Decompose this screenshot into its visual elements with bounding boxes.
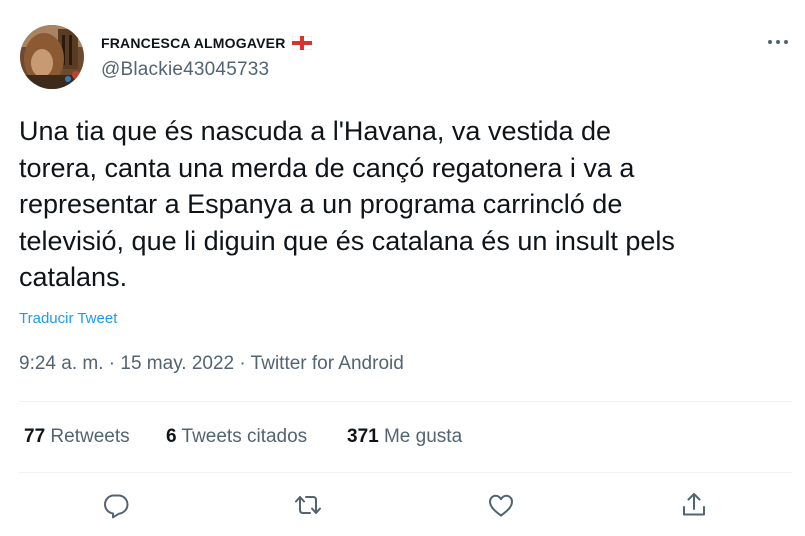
tweet-card: FRANCESCA ALMOGAVER @Blackie43045733 Una… — [0, 0, 805, 536]
like-icon[interactable] — [486, 490, 516, 520]
tweet-source[interactable]: Twitter for Android — [251, 353, 404, 374]
retweets-count: 77 — [24, 426, 46, 447]
meta-separator: · — [239, 353, 246, 374]
avatar-image — [20, 25, 84, 89]
more-horizontal-icon[interactable] — [766, 34, 790, 50]
quotes-count: 6 — [166, 426, 177, 447]
retweets-label: Retweets — [50, 426, 130, 447]
likes-stat[interactable]: 371 Me gusta — [347, 426, 462, 448]
reply-icon[interactable] — [101, 490, 131, 520]
avatar[interactable] — [20, 25, 84, 89]
tweet-text-line: catalans. — [19, 262, 128, 292]
likes-count: 371 — [347, 426, 379, 447]
tweet-text: Una tia que és nascuda a l'Havana, va ve… — [19, 113, 794, 296]
tweet-time[interactable]: 9:24 a. m. — [19, 353, 104, 374]
tweet-text-line: representar a Espanya a un programa carr… — [19, 189, 623, 219]
retweets-stat[interactable]: 77 Retweets — [24, 426, 130, 448]
tweet-metadata: 9:24 a. m. · 15 may. 2022 · Twitter for … — [19, 353, 404, 375]
divider — [19, 472, 792, 473]
author-handle[interactable]: @Blackie43045733 — [101, 59, 269, 81]
meta-separator: · — [108, 353, 116, 374]
saint-george-flag-icon — [291, 35, 312, 51]
quotes-label: Tweets citados — [181, 426, 308, 447]
tweet-date[interactable]: 15 may. 2022 — [120, 353, 234, 374]
author-name-text: FRANCESCA ALMOGAVER — [101, 35, 286, 51]
retweet-icon[interactable] — [293, 490, 323, 520]
quote-tweets-stat[interactable]: 6 Tweets citados — [166, 426, 307, 448]
tweet-text-line: Una tia que és nascuda a l'Havana, va ve… — [19, 116, 612, 146]
tweet-text-line: televisió, que li diguin que és catalana… — [19, 225, 675, 256]
author-display-name[interactable]: FRANCESCA ALMOGAVER — [101, 35, 312, 51]
translate-tweet-link[interactable]: Traducir Tweet — [19, 310, 117, 327]
tweet-text-line: torera, canta una merda de cançó regaton… — [19, 152, 635, 183]
share-icon[interactable] — [679, 490, 709, 520]
divider — [19, 401, 792, 402]
likes-label: Me gusta — [383, 426, 463, 447]
